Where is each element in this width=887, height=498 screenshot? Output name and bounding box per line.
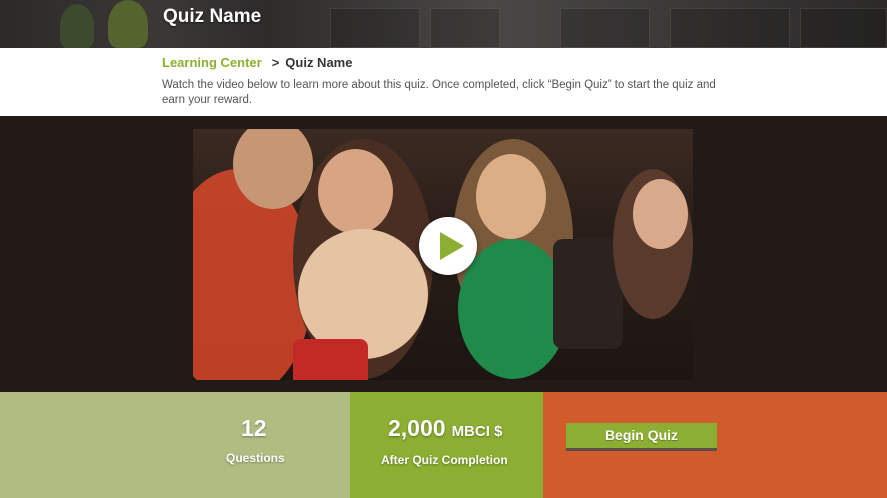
questions-label: Questions (226, 451, 285, 465)
video-scene-shape (318, 149, 393, 234)
header-background-cabinet (670, 8, 790, 48)
page-header: Quiz Name (0, 0, 887, 48)
video-player[interactable] (193, 129, 693, 380)
questions-stat: 12 Questions (0, 392, 350, 498)
header-background-cabinet (800, 8, 887, 48)
reward-unit: MBCI $ (451, 423, 503, 440)
intro-text: Watch the video below to learn more abou… (162, 79, 716, 106)
header-background-vase (60, 4, 94, 48)
header-background-cabinet (430, 8, 500, 48)
breadcrumb-current: Quiz Name (285, 55, 353, 70)
video-scene-shape (476, 154, 546, 239)
quiz-stats-bar: 12 Questions 2,000 MBCI $ After Quiz Comp… (0, 392, 887, 498)
header-background-cabinet (330, 8, 420, 48)
reward-label: After Quiz Completion (381, 453, 508, 467)
reward-stat: 2,000 MBCI $ After Quiz Completion (350, 392, 543, 498)
breadcrumb: Learning Center > Quiz Name (162, 55, 352, 70)
page-title: Quiz Name (163, 6, 262, 27)
header-background-vase (108, 0, 148, 48)
video-scene-shape (233, 129, 313, 209)
breadcrumb-learning-center-link[interactable]: Learning Center (162, 55, 262, 70)
play-button[interactable] (419, 217, 477, 275)
video-scene-shape (633, 179, 688, 249)
play-icon (440, 232, 464, 260)
video-section (0, 116, 887, 392)
reward-value: 2,000 MBCI $ (388, 415, 502, 442)
cta-panel: Begin Quiz (543, 392, 887, 498)
video-scene-shape (293, 339, 368, 380)
header-background-cabinet (560, 8, 650, 48)
questions-count: 12 (241, 415, 267, 441)
breadcrumb-separator: > (271, 55, 280, 70)
reward-amount: 2,000 (388, 415, 446, 441)
begin-quiz-button[interactable]: Begin Quiz (566, 423, 717, 451)
